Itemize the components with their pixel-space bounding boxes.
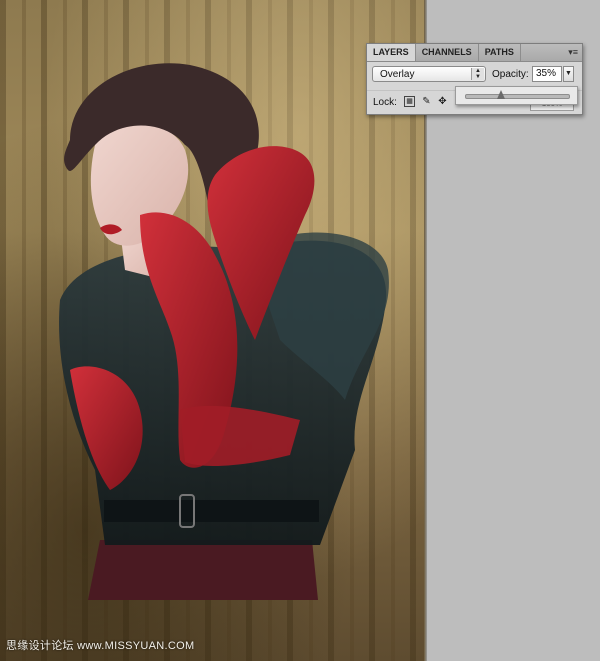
opacity-slider-thumb[interactable] bbox=[497, 90, 506, 99]
watermark-text: 思缘设计论坛 www.MISSYUAN.COM bbox=[6, 640, 195, 652]
tab-paths[interactable]: PATHS bbox=[479, 44, 521, 61]
belt-shape bbox=[104, 500, 319, 522]
document-canvas[interactable]: 思缘设计论坛 www.MISSYUAN.COM bbox=[0, 0, 427, 661]
opacity-label: Opacity: bbox=[492, 69, 529, 80]
photo-artwork bbox=[59, 63, 389, 600]
panel-menu-icon[interactable]: ▾≡ bbox=[568, 47, 578, 58]
blend-mode-value: Overlay bbox=[380, 69, 415, 80]
panel-tab-bar: LAYERS CHANNELS PATHS ▾≡ bbox=[367, 44, 582, 62]
lock-image-pixels-icon[interactable]: ✎ bbox=[421, 96, 432, 107]
up-down-arrows-icon: ▲ ▼ bbox=[471, 68, 484, 80]
opacity-input[interactable]: 35% bbox=[532, 66, 562, 82]
opacity-dropdown-button[interactable]: ▼ bbox=[563, 66, 574, 82]
opacity-slider-popup bbox=[455, 86, 578, 105]
lock-transparent-pixels-icon[interactable]: ▦ bbox=[404, 96, 415, 107]
lock-label: Lock: bbox=[373, 97, 397, 108]
opacity-slider-track[interactable] bbox=[465, 94, 570, 99]
blend-mode-select[interactable]: Overlay ▲ ▼ bbox=[372, 66, 486, 82]
blend-opacity-row: Overlay ▲ ▼ Opacity: 35% ▼ bbox=[367, 63, 582, 87]
skirt-shape bbox=[88, 540, 318, 600]
lock-position-icon[interactable]: ✥ bbox=[437, 96, 448, 107]
tab-channels[interactable]: CHANNELS bbox=[416, 44, 479, 61]
tab-layers[interactable]: LAYERS bbox=[367, 44, 416, 61]
